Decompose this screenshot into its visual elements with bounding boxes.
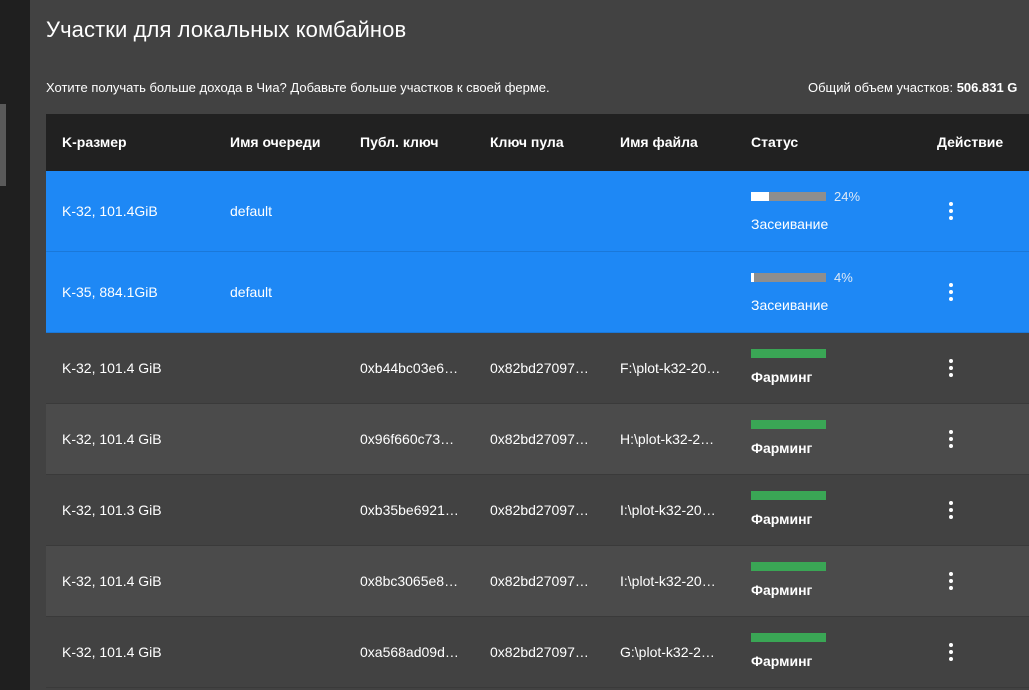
cell-pool-key: 0x82bd27097… bbox=[490, 644, 589, 660]
farming-bar bbox=[751, 420, 826, 429]
more-vert-icon[interactable] bbox=[945, 501, 957, 519]
page-title: Участки для локальных комбайнов bbox=[46, 17, 407, 42]
header-k-size[interactable]: K-размер bbox=[62, 134, 127, 150]
status-label: Фарминг bbox=[751, 440, 813, 456]
cell-queue: default bbox=[230, 284, 273, 300]
main-content: Участки для локальных комбайнов Хотите п… bbox=[30, 0, 1029, 690]
more-vert-icon[interactable] bbox=[945, 359, 957, 377]
more-vert-icon[interactable] bbox=[945, 202, 957, 220]
cell-filename: G:\plot-k32-2… bbox=[620, 644, 715, 660]
status-label: Фарминг bbox=[751, 369, 813, 385]
left-nav-strip bbox=[0, 0, 30, 690]
kebab-dot bbox=[949, 366, 953, 370]
status-label: Фарминг bbox=[751, 582, 813, 598]
header-action: Действие bbox=[937, 134, 1004, 150]
progress-percent: 4% bbox=[834, 270, 853, 285]
more-vert-icon[interactable] bbox=[945, 643, 957, 661]
cell-pool-key: 0x82bd27097… bbox=[490, 360, 589, 376]
cell-pool-key: 0x82bd27097… bbox=[490, 431, 589, 447]
kebab-dot bbox=[949, 430, 953, 434]
table-row[interactable]: K-32, 101.4 GiB 0xa568ad09d… 0x82bd27097… G… bbox=[46, 617, 1029, 688]
cell-queue: default bbox=[230, 203, 273, 219]
kebab-dot bbox=[949, 216, 953, 220]
kebab-dot bbox=[949, 444, 953, 448]
status-label: Фарминг bbox=[751, 511, 813, 527]
cell-k-size: K-32, 101.4 GiB bbox=[62, 644, 162, 660]
app-window: Участки для локальных комбайнов Хотите п… bbox=[0, 0, 1029, 690]
cell-filename: I:\plot-k32-20… bbox=[620, 502, 716, 518]
progress-bar bbox=[751, 273, 826, 282]
cell-filename: I:\plot-k32-20… bbox=[620, 573, 716, 589]
page-subtitle: Хотите получать больше дохода в Чиа? Доб… bbox=[46, 80, 550, 95]
cell-k-size: K-32, 101.3 GiB bbox=[62, 502, 162, 518]
kebab-dot bbox=[949, 290, 953, 294]
cell-k-size: K-32, 101.4 GiB bbox=[62, 360, 162, 376]
cell-pub-key: 0x96f660c73… bbox=[360, 431, 455, 447]
progress-bar bbox=[751, 192, 826, 201]
progress-bar-fill bbox=[751, 192, 769, 201]
kebab-dot bbox=[949, 437, 953, 441]
more-vert-icon[interactable] bbox=[945, 430, 957, 448]
header-queue[interactable]: Имя очереди bbox=[230, 134, 320, 150]
kebab-dot bbox=[949, 359, 953, 363]
table-row[interactable]: K-35, 884.1GiB default 4% Засеивание bbox=[46, 252, 1029, 333]
header-pool-key[interactable]: Ключ пула bbox=[490, 134, 564, 150]
cell-k-size: K-32, 101.4 GiB bbox=[62, 573, 162, 589]
cell-filename: F:\plot-k32-20… bbox=[620, 360, 721, 376]
status-label: Засеивание bbox=[751, 216, 829, 232]
cell-filename: H:\plot-k32-2… bbox=[620, 431, 715, 447]
kebab-dot bbox=[949, 283, 953, 287]
header-pub-key[interactable]: Публ. ключ bbox=[360, 134, 438, 150]
kebab-dot bbox=[949, 508, 953, 512]
total-plot-size: Общий объем участков: 506.831 G bbox=[808, 80, 1017, 95]
table-header: K-размер Имя очереди Публ. ключ Ключ пул… bbox=[46, 114, 1029, 171]
progress-bar-fill bbox=[751, 273, 754, 282]
table-row[interactable]: K-32, 101.4GiB default 24% Засеивание bbox=[46, 171, 1029, 252]
total-plot-size-label: Общий объем участков: bbox=[808, 80, 954, 95]
header-filename[interactable]: Имя файла bbox=[620, 134, 698, 150]
header-status[interactable]: Статус bbox=[751, 134, 798, 150]
farming-bar bbox=[751, 633, 826, 642]
status-label: Засеивание bbox=[751, 297, 829, 313]
kebab-dot bbox=[949, 643, 953, 647]
kebab-dot bbox=[949, 202, 953, 206]
kebab-dot bbox=[949, 657, 953, 661]
status-label: Фарминг bbox=[751, 653, 813, 669]
cell-pub-key: 0x8bc3065e8… bbox=[360, 573, 459, 589]
farming-bar bbox=[751, 491, 826, 500]
kebab-dot bbox=[949, 572, 953, 576]
cell-pub-key: 0xb44bc03e6… bbox=[360, 360, 459, 376]
kebab-dot bbox=[949, 650, 953, 654]
cell-k-size: K-32, 101.4GiB bbox=[62, 203, 158, 219]
progress-percent: 24% bbox=[834, 189, 861, 204]
kebab-dot bbox=[949, 297, 953, 301]
more-vert-icon[interactable] bbox=[945, 283, 957, 301]
table-row[interactable]: K-32, 101.4 GiB 0xb44bc03e6… 0x82bd27097… F… bbox=[46, 333, 1029, 404]
cell-pub-key: 0xb35be6921… bbox=[360, 502, 459, 518]
table-row[interactable]: K-32, 101.4 GiB 0x8bc3065e8… 0x82bd27097… I… bbox=[46, 546, 1029, 617]
cell-pool-key: 0x82bd27097… bbox=[490, 502, 589, 518]
kebab-dot bbox=[949, 373, 953, 377]
kebab-dot bbox=[949, 586, 953, 590]
left-scrollbar[interactable] bbox=[0, 104, 6, 186]
cell-k-size: K-35, 884.1GiB bbox=[62, 284, 158, 300]
kebab-dot bbox=[949, 501, 953, 505]
farming-bar bbox=[751, 349, 826, 358]
kebab-dot bbox=[949, 209, 953, 213]
plots-table: K-размер Имя очереди Публ. ключ Ключ пул… bbox=[46, 114, 1029, 690]
farming-bar bbox=[751, 562, 826, 571]
kebab-dot bbox=[949, 579, 953, 583]
kebab-dot bbox=[949, 515, 953, 519]
table-row[interactable]: K-32, 101.3 GiB 0xb35be6921… 0x82bd27097… I… bbox=[46, 475, 1029, 546]
total-plot-size-value: 506.831 G bbox=[956, 80, 1018, 95]
cell-pub-key: 0xa568ad09d… bbox=[360, 644, 459, 660]
cell-k-size: K-32, 101.4 GiB bbox=[62, 431, 162, 447]
more-vert-icon[interactable] bbox=[945, 572, 957, 590]
table-row[interactable]: K-32, 101.4 GiB 0x96f660c73… 0x82bd27097… H… bbox=[46, 404, 1029, 475]
cell-pool-key: 0x82bd27097… bbox=[490, 573, 589, 589]
